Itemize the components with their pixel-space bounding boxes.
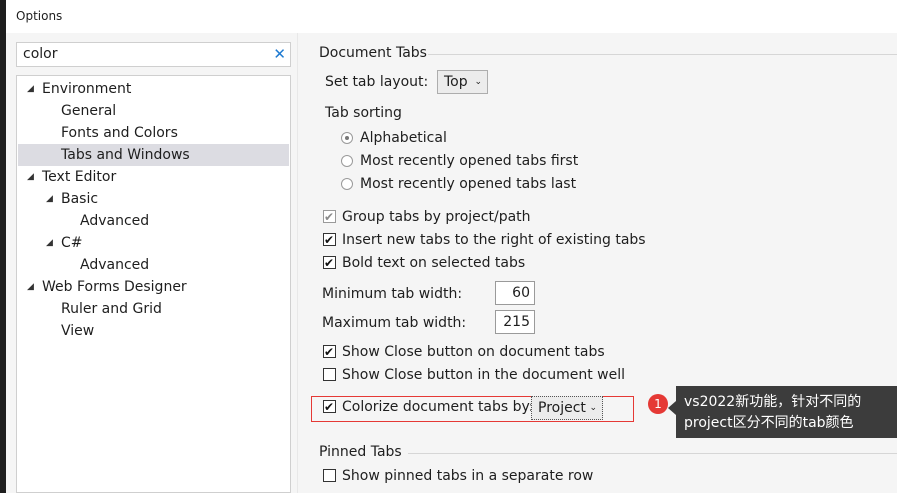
document-tabs-header: Document Tabs: [319, 45, 427, 61]
expanded-arrow-icon[interactable]: ◢: [27, 78, 34, 100]
colorize-by-combo[interactable]: Project ⌄: [531, 396, 603, 420]
dialog-titlebar: Options: [6, 0, 897, 33]
checkbox[interactable]: [323, 207, 336, 227]
checkbox[interactable]: [323, 469, 336, 482]
checkbox[interactable]: [323, 230, 336, 250]
min-width-field[interactable]: 60: [495, 281, 535, 305]
checkbox[interactable]: [323, 368, 336, 381]
max-width-field[interactable]: 215: [495, 310, 535, 334]
checkbox[interactable]: [323, 253, 336, 273]
dialog-title: Options: [16, 9, 63, 23]
tab-layout-combo[interactable]: Top ⌄: [437, 70, 488, 94]
search-input[interactable]: color ✕: [16, 42, 291, 67]
tab-layout-label: Set tab layout:: [325, 74, 429, 90]
radio-button[interactable]: [341, 155, 353, 167]
radio-button[interactable]: [341, 178, 353, 190]
expanded-arrow-icon[interactable]: ◢: [46, 188, 53, 210]
expanded-arrow-icon[interactable]: ◢: [46, 232, 53, 254]
tree-item-tabs-and-windows[interactable]: Tabs and Windows: [18, 144, 289, 166]
expanded-arrow-icon[interactable]: ◢: [27, 166, 34, 188]
chevron-down-icon: ⌄: [589, 403, 597, 413]
section-divider: [428, 54, 897, 55]
panel-divider: [297, 33, 298, 493]
min-width-label: Minimum tab width:: [322, 286, 463, 302]
tab-sorting-label: Tab sorting: [325, 105, 402, 121]
background-editor-edge: [0, 0, 6, 493]
checkbox[interactable]: [323, 342, 336, 362]
annotation-callout: vs2022新功能，针对不同的project区分不同的tab颜色: [676, 386, 897, 438]
radio-button[interactable]: [341, 132, 353, 144]
annotation-badge: 1: [648, 394, 668, 414]
options-tree[interactable]: ◢ Environment General Fonts and Colors T…: [16, 75, 291, 493]
search-value: color: [23, 46, 58, 62]
max-width-label: Maximum tab width:: [322, 315, 467, 331]
close-icon[interactable]: ✕: [273, 45, 286, 63]
pinned-tabs-header: Pinned Tabs: [319, 444, 402, 460]
expanded-arrow-icon[interactable]: ◢: [27, 276, 34, 298]
chevron-down-icon: ⌄: [474, 77, 482, 87]
checkbox[interactable]: [323, 397, 336, 417]
section-divider: [408, 453, 897, 454]
callout-pointer: [668, 401, 676, 415]
